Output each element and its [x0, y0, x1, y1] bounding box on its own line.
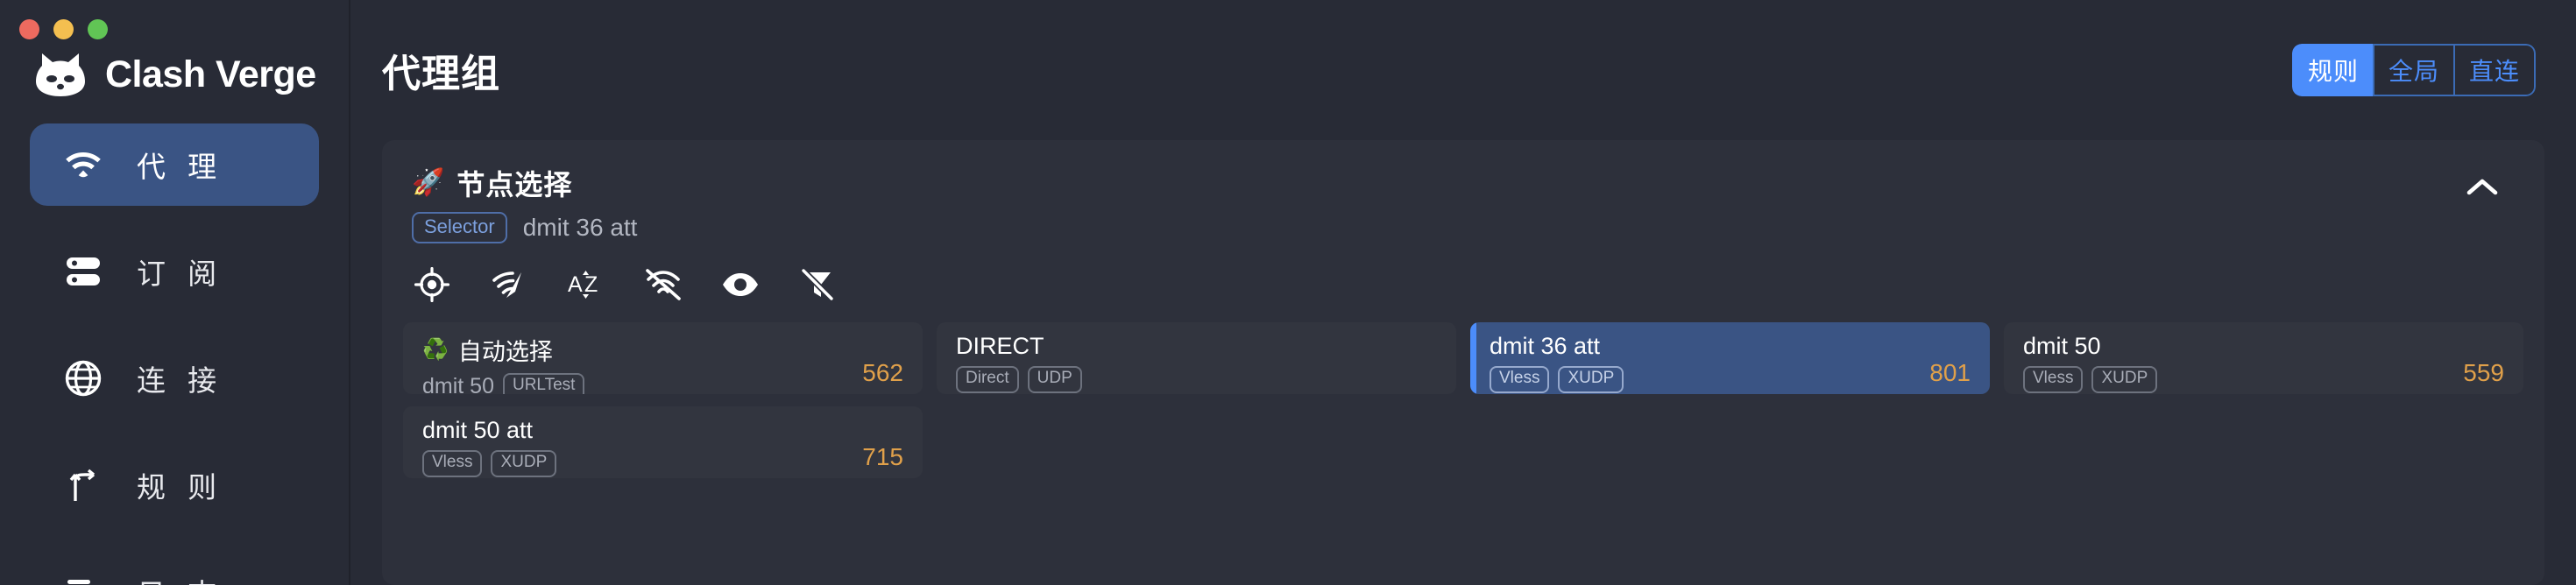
- proxy-card-meta-row: Vless XUDP: [2023, 366, 2158, 394]
- proxy-card-info: dmit 50 att Vless XUDP: [422, 417, 557, 478]
- sidebar-item-label: 规 则: [137, 471, 224, 504]
- eye-icon[interactable]: [720, 264, 761, 305]
- brand: Clash Verge: [0, 39, 349, 97]
- proxy-card[interactable]: dmit 50 att Vless XUDP 715: [403, 406, 923, 479]
- filter-off-icon[interactable]: [797, 264, 838, 305]
- proxy-card-tag: XUDP: [2091, 366, 2158, 394]
- proxy-group-title-row: 🚀 节点选择: [412, 163, 637, 203]
- speedtest-icon[interactable]: [489, 264, 529, 305]
- proxy-card[interactable]: ♻️ 自动选择 dmit 50 URLTest 562: [403, 322, 923, 395]
- minimize-window-button[interactable]: [53, 19, 74, 39]
- proxy-card-tag: URLTest: [502, 373, 585, 395]
- proxy-card-name-row: dmit 50 att: [422, 417, 556, 444]
- proxy-grid: ♻️ 自动选择 dmit 50 URLTest 562 DIRECT Direc…: [382, 312, 2544, 479]
- proxy-card-info: DIRECT Direct UDP: [956, 333, 1082, 394]
- proxy-card-delay[interactable]: 559: [2463, 340, 2504, 387]
- log-icon: [65, 574, 102, 585]
- window-traffic-lights: [0, 0, 349, 39]
- proxy-card-sub: dmit 50: [422, 374, 494, 395]
- proxy-card-tag: Direct: [956, 366, 1019, 394]
- sidebar-nav: 代 理 订 阅 连 接 规 则: [0, 123, 349, 585]
- mode-button-direct[interactable]: 直连: [2452, 44, 2536, 96]
- maximize-window-button[interactable]: [88, 19, 108, 39]
- proxy-card-meta-row: Direct UDP: [956, 366, 1082, 394]
- proxy-group-panel: 🚀 节点选择 Selector dmit 36 att A Z ♻️ 自动选择 …: [382, 140, 2544, 585]
- mode-button-global[interactable]: 全局: [2372, 44, 2453, 96]
- proxy-card-name: dmit 50 att: [422, 417, 534, 444]
- brand-name: Clash Verge: [105, 53, 316, 95]
- proxy-card-name-row: DIRECT: [956, 333, 1082, 360]
- proxy-card-tag: Vless: [2023, 366, 2084, 394]
- proxy-group-subtitle-row: Selector dmit 36 att: [412, 212, 638, 244]
- proxy-card-name: DIRECT: [956, 333, 1044, 360]
- proxy-group-info: 🚀 节点选择 Selector dmit 36 att: [412, 163, 638, 244]
- proxy-card-meta-row: Vless XUDP: [422, 450, 557, 478]
- content-area: 🚀 节点选择 Selector dmit 36 att A Z ♻️ 自动选择 …: [350, 140, 2576, 585]
- proxy-group-name: 节点选择: [456, 169, 573, 201]
- proxy-card-delay[interactable]: 562: [862, 340, 903, 387]
- sidebar-item-profiles[interactable]: 订 阅: [30, 230, 319, 313]
- sidebar-item-label: 连 接: [137, 364, 224, 397]
- locate-icon[interactable]: [412, 264, 452, 305]
- branch-icon: [65, 467, 102, 504]
- close-window-button[interactable]: [19, 19, 39, 39]
- sidebar-item-label: 日 志: [137, 571, 223, 585]
- proxy-card-delay[interactable]: 715: [862, 424, 903, 471]
- proxy-group-header[interactable]: 🚀 节点选择 Selector dmit 36 att: [382, 140, 2544, 256]
- server-icon: [65, 253, 102, 290]
- proxy-group-current: dmit 36 att: [522, 214, 638, 242]
- proxy-group-type-badge: Selector: [412, 212, 507, 244]
- proxy-toolbar: A Z: [382, 256, 2544, 312]
- proxy-card-tag: XUDP: [1558, 366, 1624, 394]
- proxy-card-name: dmit 50: [2023, 333, 2101, 360]
- proxy-card-meta-row: dmit 50 URLTest: [422, 373, 585, 395]
- sidebar: Clash Verge 代 理 订 阅 连 接 规 则: [0, 0, 350, 585]
- proxy-card-name: dmit 36 att: [1490, 333, 1601, 360]
- globe-icon: [65, 360, 102, 397]
- rocket-icon: 🚀: [412, 168, 445, 197]
- chevron-up-icon[interactable]: [2459, 163, 2506, 210]
- proxy-card-name: 自动选择: [457, 339, 553, 366]
- proxy-card-tag: Vless: [422, 450, 483, 478]
- proxy-card-tag: Vless: [1490, 366, 1550, 394]
- proxy-card-tag: UDP: [1027, 366, 1082, 394]
- proxy-card-name-row: dmit 36 att: [1490, 333, 1624, 360]
- proxy-card[interactable]: dmit 36 att Vless XUDP 801: [1470, 322, 1990, 395]
- svg-text:Z: Z: [584, 272, 598, 297]
- sidebar-item-connections[interactable]: 连 接: [30, 337, 319, 419]
- mode-button-rule[interactable]: 规则: [2291, 44, 2373, 96]
- main-area: 代理组 规则 全局 直连 🚀 节点选择 Selector dmit 36 att…: [350, 0, 2576, 585]
- svg-text:A: A: [568, 272, 583, 297]
- sidebar-item-label: 订 阅: [137, 257, 224, 290]
- proxy-card-delay[interactable]: 801: [1929, 340, 1971, 387]
- wifi-off-icon[interactable]: [643, 264, 683, 305]
- proxy-card-name-row: ♻️ 自动选择: [422, 333, 584, 367]
- page-header: 代理组 规则 全局 直连: [350, 0, 2576, 140]
- recycle-icon: ♻️: [422, 337, 449, 362]
- proxy-card[interactable]: DIRECT Direct UDP: [937, 322, 1456, 395]
- proxy-card-name-row: dmit 50: [2023, 333, 2157, 360]
- sidebar-item-logs[interactable]: 日 志: [30, 551, 319, 585]
- proxy-card-info: ♻️ 自动选择 dmit 50 URLTest: [422, 333, 585, 395]
- proxy-card-meta-row: Vless XUDP: [1490, 366, 1624, 394]
- sidebar-item-rules[interactable]: 规 则: [30, 444, 319, 526]
- proxy-card-tag: XUDP: [491, 450, 557, 478]
- cat-logo-icon: [35, 52, 86, 97]
- app-window: Clash Verge 代 理 订 阅 连 接 规 则 代理组 规则 全局 直连…: [0, 0, 2576, 585]
- wifi-icon: [65, 146, 102, 183]
- page-title: 代理组: [382, 53, 500, 95]
- proxy-card-info: dmit 50 Vless XUDP: [2023, 333, 2158, 394]
- sidebar-item-label: 代 理: [137, 151, 224, 183]
- sort-az-icon[interactable]: A Z: [566, 264, 606, 305]
- proxy-card[interactable]: dmit 50 Vless XUDP 559: [2004, 322, 2523, 395]
- sidebar-item-proxies[interactable]: 代 理: [30, 123, 319, 206]
- mode-switch: 规则 全局 直连: [2291, 44, 2536, 96]
- proxy-card-info: dmit 36 att Vless XUDP: [1490, 333, 1624, 394]
